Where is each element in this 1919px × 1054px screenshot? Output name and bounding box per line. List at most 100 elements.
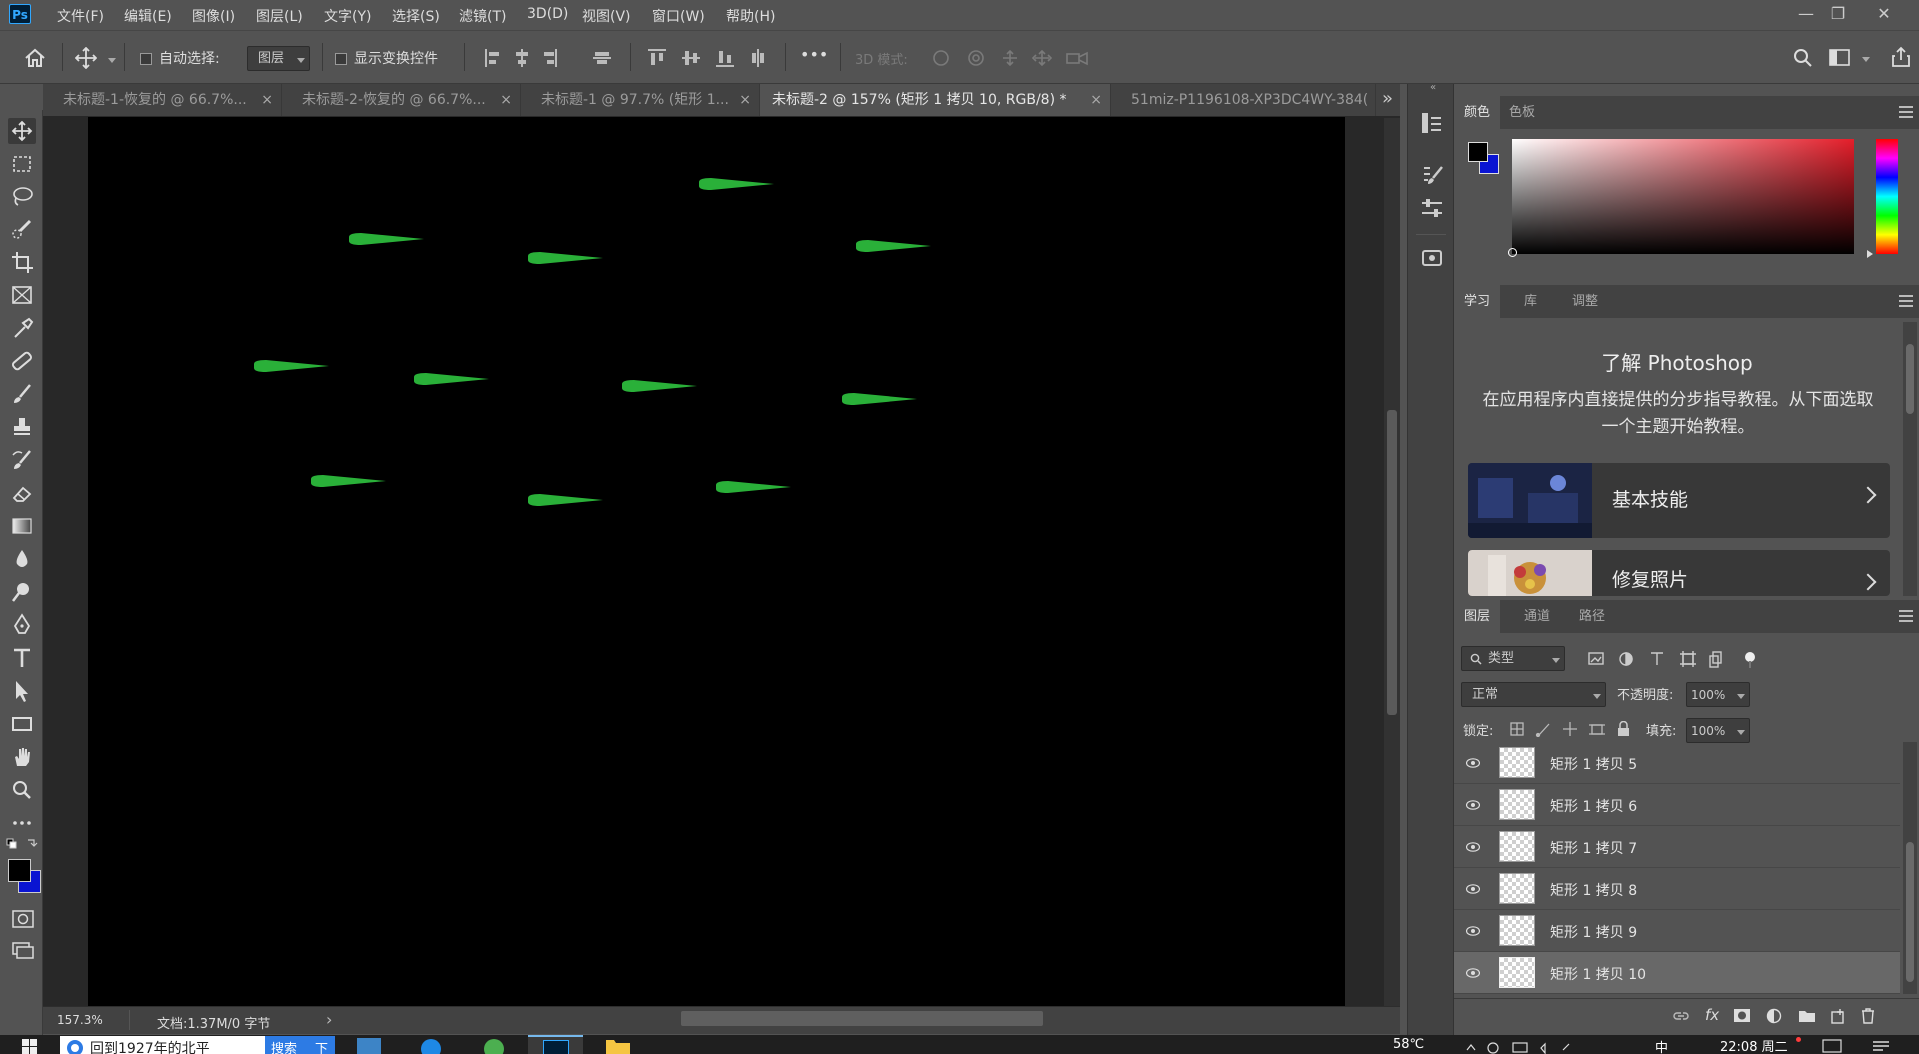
healing-brush-tool[interactable]	[8, 348, 36, 374]
taskbar-photoshop[interactable]	[528, 1035, 583, 1054]
quick-mask-icon[interactable]	[12, 910, 34, 928]
hue-slider[interactable]	[1876, 139, 1898, 254]
learn-card-fix-photo[interactable]: 修复照片	[1468, 550, 1890, 596]
eye-icon[interactable]	[1466, 884, 1480, 894]
green-streak-shape[interactable]	[254, 360, 329, 372]
tab-doc-1[interactable]: 未标题-1-恢复的 @ 66.7%... ×	[43, 84, 282, 116]
dodge-tool[interactable]	[8, 579, 36, 605]
collapse-dock-icon[interactable]: «	[1430, 82, 1436, 93]
green-streak-shape[interactable]	[622, 380, 697, 392]
menu-help[interactable]: 帮助(H)	[726, 6, 775, 26]
app-icon-green[interactable]	[483, 1038, 505, 1054]
green-streak-shape[interactable]	[842, 393, 917, 405]
edge-icon[interactable]	[420, 1038, 442, 1054]
layer-row[interactable]: 矩形 1 拷贝 5	[1454, 742, 1900, 784]
layer-name[interactable]: 矩形 1 拷贝 5	[1550, 754, 1637, 774]
workspace-icon[interactable]	[1829, 49, 1851, 67]
panel-menu-icon[interactable]	[1899, 295, 1913, 310]
close-icon[interactable]: ×	[500, 84, 512, 116]
move-tool-icon[interactable]	[75, 47, 97, 69]
system-tray-icons[interactable]	[1465, 1040, 1645, 1054]
color-foreground-swatch[interactable]	[1468, 142, 1488, 162]
menu-window[interactable]: 窗口(W)	[652, 6, 705, 26]
tab-doc-4-active[interactable]: 未标题-2 @ 157% (矩形 1 拷贝 10, RGB/8) * ×	[760, 84, 1111, 116]
ime-indicator[interactable]: 中	[1655, 1037, 1668, 1054]
status-menu-arrow[interactable]: ›	[326, 1010, 332, 1029]
brush-settings-icon[interactable]	[1420, 164, 1444, 188]
menu-layer[interactable]: 图层(L)	[256, 6, 303, 26]
crop-tool[interactable]	[8, 249, 36, 275]
zoom-level[interactable]: 157.3%	[57, 1013, 103, 1027]
delete-layer-icon[interactable]	[1860, 1007, 1876, 1025]
eyedropper-tool[interactable]	[8, 315, 36, 341]
type-tool[interactable]	[8, 645, 36, 671]
brush-tool[interactable]	[8, 381, 36, 407]
tab-doc-2[interactable]: 未标题-2-恢复的 @ 66.7%... ×	[282, 84, 521, 116]
opacity-input[interactable]: 100%	[1686, 682, 1750, 707]
learn-card-basic-skills[interactable]: 基本技能	[1468, 463, 1890, 538]
green-streak-shape[interactable]	[528, 494, 603, 506]
layer-name[interactable]: 矩形 1 拷贝 10	[1550, 964, 1646, 984]
tab-doc-5[interactable]: 51miz-P1196108-XP3DC4WY-384(	[1111, 84, 1376, 116]
eye-icon[interactable]	[1466, 800, 1480, 810]
layers-scroll-thumb[interactable]	[1906, 842, 1914, 982]
minimize-icon[interactable]: —	[1791, 3, 1821, 25]
green-streak-shape[interactable]	[699, 178, 774, 190]
zoom-tool[interactable]	[8, 777, 36, 803]
fill-input[interactable]: 100%	[1686, 718, 1750, 743]
tab-adjustments[interactable]: 调整	[1562, 285, 1608, 318]
green-streak-shape[interactable]	[856, 240, 931, 252]
home-icon[interactable]	[24, 48, 46, 68]
distribute-buttons[interactable]	[648, 49, 773, 67]
layer-name[interactable]: 矩形 1 拷贝 7	[1550, 838, 1637, 858]
history-panel-icon[interactable]	[1420, 111, 1444, 135]
more-options-icon[interactable]: •••	[800, 45, 828, 64]
eye-icon[interactable]	[1466, 926, 1480, 936]
close-icon[interactable]: ×	[1090, 84, 1102, 116]
history-brush-tool[interactable]	[8, 447, 36, 473]
tab-doc-3[interactable]: 未标题-1 @ 97.7% (矩形 1... ×	[521, 84, 760, 116]
menu-image[interactable]: 图像(I)	[192, 6, 235, 26]
chevron-down-icon[interactable]	[1862, 57, 1870, 62]
menu-view[interactable]: 视图(V)	[582, 6, 631, 26]
3d-mode-buttons[interactable]	[932, 49, 1092, 67]
adjustments-sliders-icon[interactable]	[1420, 196, 1444, 220]
keyboard-icon[interactable]	[1822, 1039, 1842, 1053]
stamp-tool[interactable]	[8, 414, 36, 440]
color-picker-handle[interactable]	[1508, 248, 1517, 257]
more-tools[interactable]	[8, 810, 36, 836]
marquee-tool[interactable]	[8, 151, 36, 177]
restore-icon[interactable]: ❐	[1823, 3, 1853, 25]
layer-row[interactable]: 矩形 1 拷贝 6	[1454, 784, 1900, 826]
menu-edit[interactable]: 编辑(E)	[124, 6, 172, 26]
green-streak-shape[interactable]	[528, 252, 603, 264]
adjustment-layer-icon[interactable]	[1766, 1008, 1782, 1024]
layer-filter-buttons[interactable]	[1588, 649, 1768, 669]
tab-layers[interactable]: 图层	[1454, 600, 1501, 633]
tab-channels[interactable]: 通道	[1514, 600, 1560, 633]
menu-type[interactable]: 文字(Y)	[324, 6, 371, 26]
hand-tool[interactable]	[8, 744, 36, 770]
frame-tool[interactable]	[8, 282, 36, 308]
foreground-color-swatch[interactable]	[8, 859, 31, 882]
close-icon[interactable]: ✕	[1869, 3, 1899, 25]
tab-color[interactable]: 颜色	[1454, 96, 1501, 129]
align-buttons[interactable]	[485, 49, 615, 67]
green-streak-shape[interactable]	[414, 373, 489, 385]
hue-slider-handle[interactable]	[1867, 250, 1873, 258]
taskbar-search-button[interactable]: 搜索 下	[265, 1036, 335, 1054]
pen-tool[interactable]	[8, 612, 36, 638]
blend-mode-dropdown[interactable]: 正常	[1461, 682, 1606, 707]
close-icon[interactable]: ×	[739, 84, 751, 116]
panel-menu-icon[interactable]	[1899, 106, 1913, 121]
menu-select[interactable]: 选择(S)	[392, 6, 440, 26]
lock-buttons[interactable]	[1510, 721, 1635, 737]
auto-select-checkbox[interactable]	[140, 53, 152, 65]
tab-libraries[interactable]: 库	[1514, 285, 1547, 318]
shape-tool[interactable]	[8, 711, 36, 737]
layer-mask-icon[interactable]	[1733, 1008, 1751, 1024]
gradient-tool[interactable]	[8, 513, 36, 539]
layer-name[interactable]: 矩形 1 拷贝 8	[1550, 880, 1637, 900]
menu-file[interactable]: 文件(F)	[57, 6, 104, 26]
folder-icon[interactable]	[605, 1038, 631, 1054]
